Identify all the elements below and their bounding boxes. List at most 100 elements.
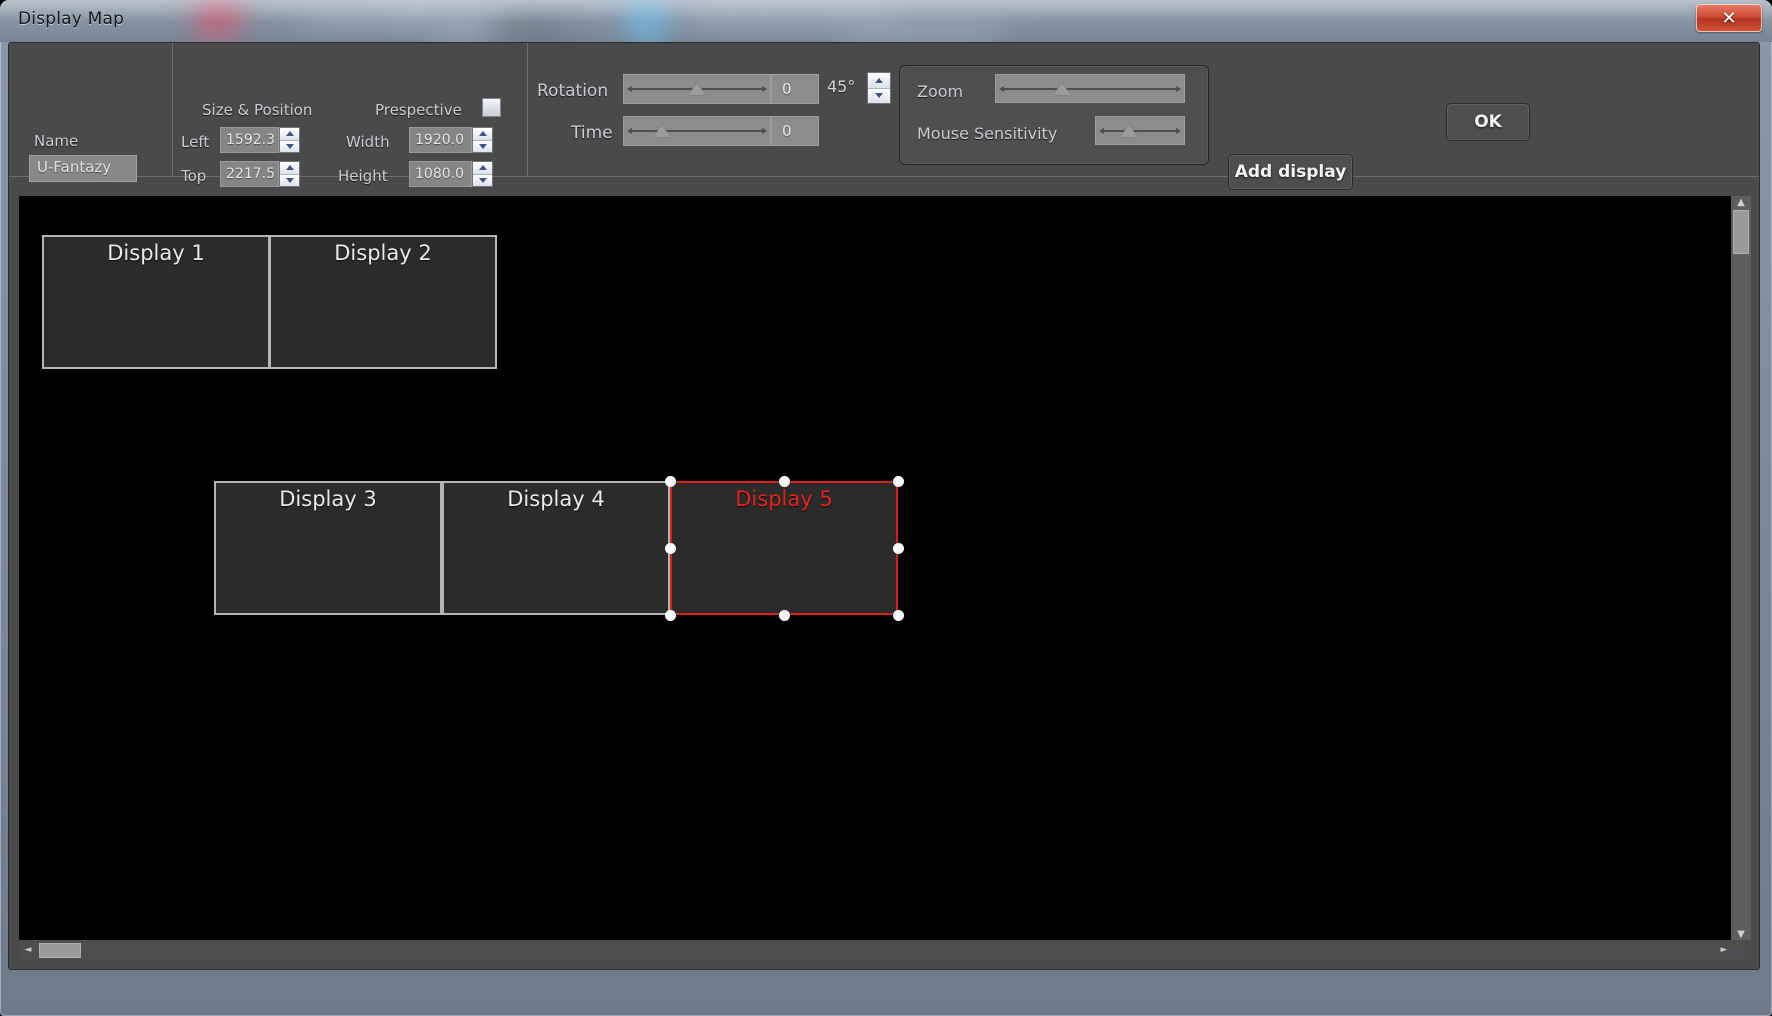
time-slider[interactable] <box>623 116 771 146</box>
rotation-step-stepper[interactable] <box>867 72 891 104</box>
top-stepper[interactable] <box>279 161 300 187</box>
mouse-sensitivity-slider-knob[interactable] <box>1119 124 1138 137</box>
dialog-client-area: Name U-Fantazy Size & Position Prespecti… <box>8 42 1760 970</box>
height-stepper-up[interactable] <box>473 162 492 175</box>
time-slider-min-marker <box>627 128 632 134</box>
height-stepper-down[interactable] <box>473 174 492 186</box>
rotation-slider-min-marker <box>627 86 632 92</box>
time-slider-max-marker <box>762 128 767 134</box>
name-label: Name <box>34 132 79 150</box>
display-rect-label: Display 1 <box>107 241 205 265</box>
ok-button[interactable]: OK <box>1446 103 1530 141</box>
window-titlebar[interactable]: Display Map ✕ <box>0 0 1772 42</box>
chevron-up-icon <box>285 165 294 171</box>
scroll-left-arrow-icon[interactable]: ◄ <box>21 940 35 960</box>
height-stepper[interactable] <box>472 161 493 187</box>
left-stepper-up[interactable] <box>280 128 299 141</box>
window-title: Display Map <box>18 9 125 29</box>
titlebar-blur-dark <box>490 26 560 42</box>
mouse-sensitivity-min-marker <box>1099 127 1104 134</box>
width-stepper-down[interactable] <box>473 140 492 152</box>
zoom-slider-knob[interactable] <box>1052 82 1071 95</box>
rotation-step-up[interactable] <box>868 73 890 89</box>
rotation-slider-max-marker <box>762 86 767 92</box>
scroll-down-arrow-icon[interactable]: ▼ <box>1731 928 1751 940</box>
toolbar: Name U-Fantazy Size & Position Prespecti… <box>9 43 1759 195</box>
display-rect[interactable]: Display 1 <box>42 235 270 369</box>
selection-handle[interactable] <box>892 542 904 554</box>
width-label: Width <box>346 133 390 151</box>
rotation-slider[interactable] <box>623 74 771 104</box>
height-input[interactable]: 1080.0 <box>409 161 472 187</box>
time-value[interactable]: 0 <box>771 116 819 146</box>
mouse-sensitivity-slider[interactable] <box>1095 116 1185 145</box>
rotation-step-label: 45° <box>827 77 856 96</box>
display-rect-label: Display 4 <box>507 487 605 511</box>
selection-handle[interactable] <box>778 475 790 487</box>
resize-grip-icon[interactable]: ◢ <box>1734 944 1748 958</box>
selection-handle[interactable] <box>664 542 676 554</box>
mouse-sensitivity-label: Mouse Sensitivity <box>917 124 1058 143</box>
toolbar-separator-1 <box>172 43 173 176</box>
left-stepper[interactable] <box>279 127 300 153</box>
name-input[interactable]: U-Fantazy <box>29 155 137 182</box>
canvas-vertical-scrollbar[interactable]: ▲ ▼ <box>1731 196 1751 940</box>
chevron-up-icon <box>875 77 883 83</box>
time-slider-knob[interactable] <box>653 125 672 137</box>
display-rect[interactable]: Display 3 <box>214 481 442 615</box>
width-stepper-up[interactable] <box>473 128 492 141</box>
chevron-down-icon <box>285 177 294 183</box>
display-rect-label: Display 2 <box>334 241 432 265</box>
canvas-horizontal-scrollbar[interactable]: ◄ ► <box>19 940 1751 960</box>
rotation-step-down[interactable] <box>868 88 890 103</box>
titlebar-blur-shape-b <box>846 18 1004 40</box>
display-rect[interactable]: Display 5 <box>670 481 898 615</box>
top-stepper-down[interactable] <box>280 174 299 186</box>
display-map-canvas-area: Display 1 Display 2 Display 3 Display 4 Disp… <box>19 196 1751 960</box>
width-input[interactable]: 1920.0 <box>409 127 472 153</box>
rotation-slider-knob[interactable] <box>688 83 706 95</box>
perspective-checkbox[interactable] <box>482 98 501 117</box>
close-icon: ✕ <box>1721 7 1737 29</box>
scroll-right-arrow-icon[interactable]: ► <box>1717 940 1731 960</box>
display-rect[interactable]: Display 4 <box>442 481 670 615</box>
width-stepper[interactable] <box>472 127 493 153</box>
display-map-canvas[interactable]: Display 1 Display 2 Display 3 Display 4 Disp… <box>19 196 1731 940</box>
selection-handle[interactable] <box>892 609 904 621</box>
chevron-up-icon <box>285 131 294 137</box>
zoom-slider[interactable] <box>995 74 1185 103</box>
titlebar-sheen <box>0 0 1772 20</box>
horizontal-scroll-thumb[interactable] <box>39 943 81 958</box>
left-label: Left <box>181 133 210 151</box>
display-rect-label: Display 5 <box>735 487 833 511</box>
selection-handle[interactable] <box>892 475 904 487</box>
mouse-sensitivity-max-marker <box>1176 127 1181 134</box>
add-display-button[interactable]: Add display <box>1228 154 1353 190</box>
top-input[interactable]: 2217.5 <box>220 161 279 187</box>
zoom-group-panel: Zoom Mouse Sensitivity <box>899 65 1209 165</box>
chevron-down-icon <box>478 143 487 149</box>
vertical-scroll-thumb[interactable] <box>1733 210 1749 254</box>
toolbar-separator-2 <box>527 43 528 176</box>
size-position-label: Size & Position <box>202 101 313 119</box>
zoom-slider-track <box>1003 87 1177 90</box>
chevron-up-icon <box>478 165 487 171</box>
zoom-label: Zoom <box>917 82 964 101</box>
scroll-up-arrow-icon[interactable]: ▲ <box>1731 196 1751 208</box>
display-rect[interactable]: Display 2 <box>269 235 497 369</box>
close-button[interactable]: ✕ <box>1696 4 1762 32</box>
selection-handle[interactable] <box>778 609 790 621</box>
left-stepper-down[interactable] <box>280 140 299 152</box>
left-input[interactable]: 1592.3 <box>220 127 279 153</box>
rotation-value[interactable]: 0 <box>771 74 819 104</box>
mouse-sensitivity-slider-track <box>1103 129 1177 132</box>
chevron-down-icon <box>875 93 883 99</box>
selection-handle[interactable] <box>664 609 676 621</box>
zoom-slider-max-marker <box>1176 85 1181 92</box>
top-stepper-up[interactable] <box>280 162 299 175</box>
chevron-up-icon <box>478 131 487 137</box>
display-rect-label: Display 3 <box>279 487 377 511</box>
zoom-slider-min-marker <box>999 85 1004 92</box>
height-label: Height <box>338 167 388 185</box>
selection-handle[interactable] <box>664 475 676 487</box>
